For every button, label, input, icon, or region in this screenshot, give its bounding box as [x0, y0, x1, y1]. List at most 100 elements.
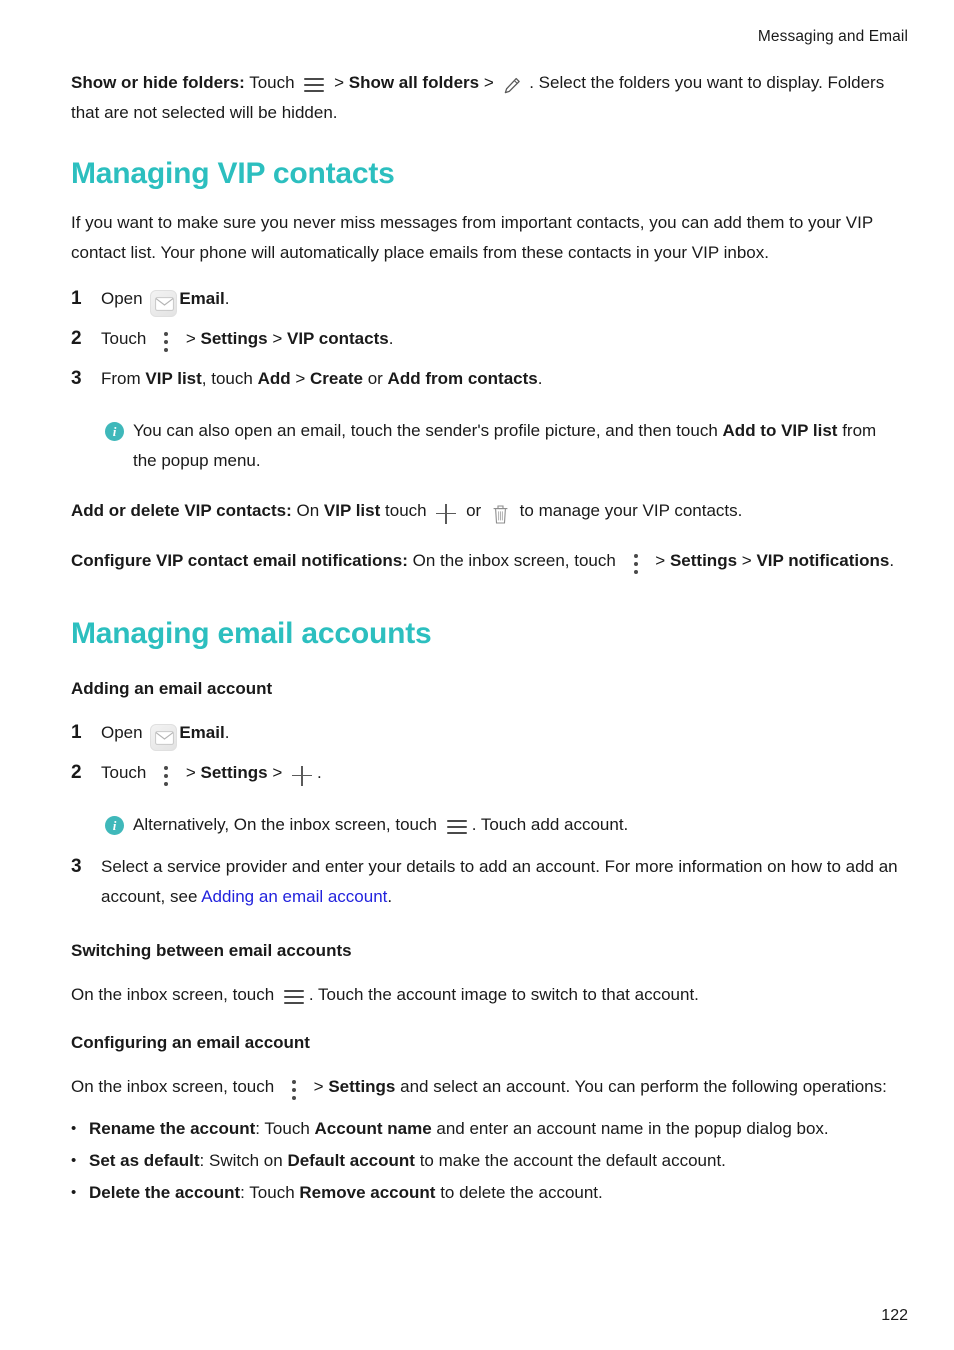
note-text-pre: Alternatively, On the inbox screen, touc…: [133, 815, 437, 834]
list-item-body: Rename the account: Touch Account name a…: [89, 1114, 908, 1144]
vip-steps-list: 1 Open Email. 2 Touch > Settings > VIP c…: [71, 284, 908, 394]
step-bold-email: Email: [179, 289, 225, 308]
add-delete-vip-paragraph: Add or delete VIP contacts: On VIP list …: [71, 496, 908, 526]
note-text: Alternatively, On the inbox screen, touc…: [133, 810, 895, 840]
bullet-mid: : Touch: [255, 1119, 310, 1138]
step-bold-settings: Settings: [200, 763, 268, 782]
bullet-post: to delete the account.: [440, 1183, 603, 1202]
add-delete-or: or: [466, 501, 482, 520]
step-bold-vip-contacts: VIP contacts: [286, 329, 389, 348]
step-bold-vip-list: VIP list: [145, 369, 202, 388]
note-text-pre: You can also open an email, touch the se…: [133, 421, 718, 440]
step-item: 3 Select a service provider and enter yo…: [71, 852, 908, 912]
step-body: Touch > Settings > .: [101, 758, 908, 788]
email-app-icon: [150, 290, 178, 318]
configuring-bold-settings: Settings: [328, 1077, 396, 1096]
kebab-menu-icon: [286, 1079, 302, 1101]
step-number: 3: [71, 856, 82, 877]
bullet-marker: •: [71, 1152, 77, 1169]
kebab-menu-icon: [628, 553, 644, 575]
configure-bold-vip-notifications: VIP notifications: [756, 551, 890, 570]
trash-icon: [491, 504, 510, 525]
hamburger-icon: [303, 77, 325, 93]
step-text-pre: Open: [101, 723, 143, 742]
list-item-body: Delete the account: Touch Remove account…: [89, 1178, 908, 1208]
show-hide-folders-label: Show or hide folders:: [71, 73, 245, 92]
step-body: From VIP list, touch Add > Create or Add…: [101, 364, 908, 394]
switching-post: . Touch the account image to switch to t…: [308, 985, 699, 1004]
step-bold-email: Email: [179, 723, 225, 742]
adding-account-steps-list: 1 Open Email. 2 Touch > Settings > .: [71, 718, 908, 788]
section-title-managing-email-accounts: Managing email accounts: [71, 617, 432, 650]
step-text-pre: Touch: [101, 329, 147, 348]
add-delete-pre: On: [296, 501, 320, 520]
configure-post: .: [889, 551, 895, 570]
add-delete-post: to manage your VIP contacts.: [519, 501, 743, 520]
link-adding-an-email-account[interactable]: Adding an email account: [201, 887, 387, 906]
add-delete-mid: touch: [385, 501, 427, 520]
bullet-bold-account-name: Account name: [314, 1119, 432, 1138]
switching-pre: On the inbox screen, touch: [71, 985, 275, 1004]
subtitle-switching-between-email-accounts: Switching between email accounts: [71, 941, 352, 960]
step-item: 3 From VIP list, touch Add > Create or A…: [71, 364, 908, 394]
step-bold-add-from-contacts: Add from contacts: [387, 369, 538, 388]
plus-icon: [436, 503, 457, 524]
intro-text-1: Touch: [249, 73, 295, 92]
bullet-bold-rename-the-account: Rename the account: [89, 1119, 256, 1138]
configuring-account-paragraph: On the inbox screen, touch > Settings an…: [71, 1072, 891, 1102]
step-number: 2: [71, 328, 82, 349]
adding-account-steps-list-continued: 3 Select a service provider and enter yo…: [71, 852, 908, 912]
intro-gt-2: >: [483, 73, 494, 92]
page-number: 122: [881, 1307, 908, 1324]
show-hide-folders-paragraph: Show or hide folders: Touch > Show all f…: [71, 68, 908, 128]
step-number: 1: [71, 722, 82, 743]
adding-account-info-note: Alternatively, On the inbox screen, touc…: [105, 810, 895, 840]
bullet-mid: : Switch on: [199, 1151, 283, 1170]
step-bold-settings: Settings: [200, 329, 268, 348]
step-number: 2: [71, 762, 82, 783]
step-mid-2: or: [367, 369, 383, 388]
plus-icon: [291, 765, 312, 786]
hamburger-icon: [446, 819, 468, 835]
subtitle-configuring-an-email-account: Configuring an email account: [71, 1033, 310, 1052]
step-text-post: .: [537, 369, 543, 388]
step-body: Open Email.: [101, 284, 908, 318]
running-header: Messaging and Email: [757, 28, 908, 45]
configuring-post: and select an account. You can perform t…: [400, 1077, 887, 1096]
list-item: • Delete the account: Touch Remove accou…: [71, 1178, 908, 1208]
info-icon: [105, 816, 124, 835]
step-text-post: .: [388, 329, 394, 348]
switching-accounts-paragraph: On the inbox screen, touch . Touch the a…: [71, 980, 908, 1010]
show-all-folders-label: Show all folders: [348, 73, 480, 92]
step-item: 1 Open Email.: [71, 284, 908, 318]
info-icon: [105, 422, 124, 441]
bullet-post: to make the account the default account.: [419, 1151, 726, 1170]
configure-vip-label: Configure VIP contact email notification…: [71, 551, 408, 570]
note-text-post: . Touch add account.: [471, 815, 629, 834]
list-item: • Rename the account: Touch Account name…: [71, 1114, 908, 1144]
step-bold-create: Create: [310, 369, 363, 388]
list-item-body: Set as default: Switch on Default accoun…: [89, 1146, 908, 1176]
bullet-bold-delete-the-account: Delete the account: [89, 1183, 241, 1202]
note-bold-add-to-vip-list: Add to VIP list: [722, 421, 838, 440]
bullet-bold-set-as-default: Set as default: [89, 1151, 200, 1170]
bullet-post: and enter an account name in the popup d…: [436, 1119, 829, 1138]
configure-gt-2: >: [741, 551, 752, 570]
vip-info-note: You can also open an email, touch the se…: [105, 416, 895, 476]
list-item: • Set as default: Switch on Default acco…: [71, 1146, 908, 1176]
hamburger-icon: [283, 989, 305, 1005]
configure-vip-notifications-paragraph: Configure VIP contact email notification…: [71, 546, 908, 576]
step-gt-2: >: [272, 763, 283, 782]
bullet-mid: : Touch: [240, 1183, 295, 1202]
step-gt-1: >: [185, 329, 196, 348]
bullet-marker: •: [71, 1120, 77, 1137]
intro-gt-1: >: [334, 73, 344, 92]
bullet-bold-remove-account: Remove account: [299, 1183, 436, 1202]
step-text-post: .: [224, 289, 230, 308]
step-body: Touch > Settings > VIP contacts.: [101, 324, 908, 354]
note-text: You can also open an email, touch the se…: [133, 416, 895, 476]
step-body: Open Email.: [101, 718, 908, 752]
configure-pre: On the inbox screen, touch: [412, 551, 616, 570]
bullet-marker: •: [71, 1184, 77, 1201]
document-page: Messaging and Email Show or hide folders…: [0, 0, 954, 1350]
